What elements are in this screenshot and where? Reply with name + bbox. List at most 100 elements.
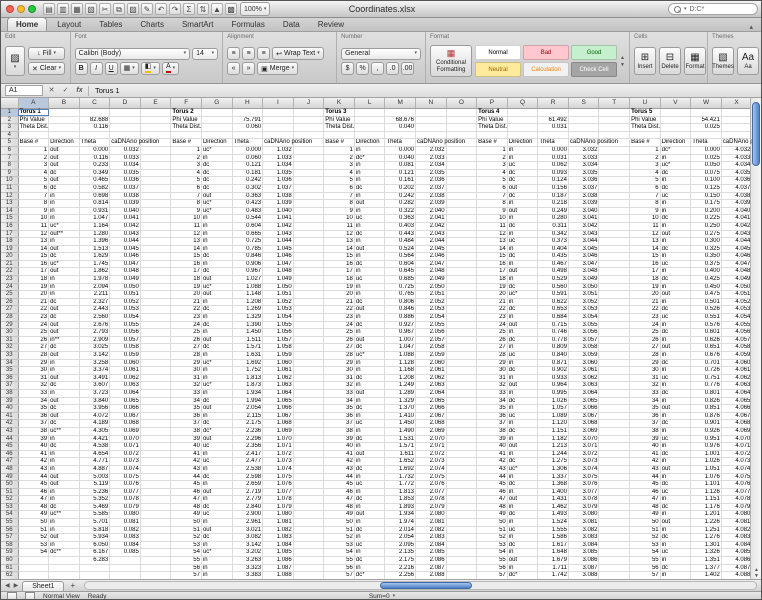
cell-I41[interactable]: 1.067 — [263, 412, 294, 420]
cell-K59[interactable]: 54 — [324, 549, 355, 557]
cell-L56[interactable]: dc — [354, 526, 385, 534]
cell-V1[interactable] — [660, 109, 691, 117]
cell-F50[interactable]: 45 — [171, 481, 202, 489]
row-header-19[interactable]: 19 — [1, 245, 18, 253]
cell-E36[interactable] — [140, 374, 171, 382]
merge-button[interactable]: ▣ Merge ▾ — [257, 62, 298, 75]
cell-K3[interactable]: Theta Dist. — [324, 124, 355, 132]
cell-F17[interactable]: 12 — [171, 230, 202, 238]
cell-K47[interactable]: 42 — [324, 458, 355, 466]
cell-B28[interactable]: dc — [49, 314, 80, 322]
cell-J31[interactable] — [293, 336, 324, 344]
cell-J23[interactable] — [293, 276, 324, 284]
cell-I51[interactable]: 1.077 — [263, 488, 294, 496]
cell-R46[interactable]: 1.244 — [538, 450, 569, 458]
col-header-O[interactable]: O — [446, 98, 477, 109]
cell-A55[interactable]: 50 — [18, 519, 49, 527]
cell-N50[interactable]: 2.076 — [416, 481, 447, 489]
cell-C59[interactable]: 6.167 — [79, 549, 110, 557]
cell-A2[interactable]: Phi Value — [18, 116, 49, 124]
cell-P22[interactable]: 17 — [477, 268, 508, 276]
cell-U21[interactable]: 16 — [630, 260, 661, 268]
cell-S46[interactable]: 3.072 — [568, 450, 599, 458]
cell-L52[interactable]: dc — [354, 496, 385, 504]
cell-V48[interactable]: out — [660, 465, 691, 473]
cell-B13[interactable]: in — [49, 200, 80, 208]
cell-L5[interactable]: Direction — [354, 139, 385, 147]
cell-Q22[interactable]: out — [507, 268, 538, 276]
cell-E55[interactable] — [140, 519, 171, 527]
cell-M19[interactable]: 0.524 — [385, 245, 416, 253]
cell-P18[interactable]: 13 — [477, 238, 508, 246]
cell-S32[interactable]: 3.058 — [568, 344, 599, 352]
cell-G57[interactable]: dc — [201, 534, 232, 542]
cell-Q44[interactable]: in — [507, 435, 538, 443]
cell-Q61[interactable]: in — [507, 564, 538, 572]
cell-L7[interactable]: dc* — [354, 154, 385, 162]
row-header-10[interactable]: 10 — [1, 177, 18, 185]
cell-E46[interactable] — [140, 450, 171, 458]
cell-Q52[interactable]: out — [507, 496, 538, 504]
cell-O47[interactable] — [446, 458, 477, 466]
cell-O34[interactable] — [446, 359, 477, 367]
cell-I44[interactable]: 1.070 — [263, 435, 294, 443]
cell-V46[interactable]: dc — [660, 450, 691, 458]
cell-P2[interactable]: Phi Value — [477, 116, 508, 124]
cell-C53[interactable]: 5.469 — [79, 503, 110, 511]
cell-X31[interactable]: 4.057 — [721, 336, 752, 344]
cell-L19[interactable]: out — [354, 245, 385, 253]
cell-P29[interactable]: 24 — [477, 321, 508, 329]
cell-R62[interactable]: 1.742 — [538, 572, 569, 579]
cell-H60[interactable]: 3.263 — [232, 557, 263, 565]
cell-F41[interactable]: 36 — [171, 412, 202, 420]
cell-A52[interactable]: 47 — [18, 496, 49, 504]
cell-L13[interactable]: out — [354, 200, 385, 208]
cell-C55[interactable]: 5.701 — [79, 519, 110, 527]
cell-T27[interactable] — [599, 306, 630, 314]
add-sheet-button[interactable]: + — [65, 581, 80, 590]
cell-U36[interactable]: 31 — [630, 374, 661, 382]
undo-icon[interactable]: ↶ — [155, 3, 167, 15]
vertical-scrollbar-thumb[interactable] — [752, 102, 760, 166]
cell-J15[interactable] — [293, 215, 324, 223]
cell-F59[interactable]: 54 — [171, 549, 202, 557]
cell-S36[interactable]: 3.062 — [568, 374, 599, 382]
cell-O48[interactable] — [446, 465, 477, 473]
cell-O29[interactable] — [446, 321, 477, 329]
row-header-20[interactable]: 20 — [1, 253, 18, 261]
cell-X34[interactable]: 4.060 — [721, 359, 752, 367]
cell-R50[interactable]: 1.368 — [538, 481, 569, 489]
cell-O59[interactable] — [446, 549, 477, 557]
cell-I35[interactable]: 1.061 — [263, 367, 294, 375]
cell-K19[interactable]: 14 — [324, 245, 355, 253]
cell-I32[interactable]: 1.058 — [263, 344, 294, 352]
cell-T54[interactable] — [599, 511, 630, 519]
cell-W38[interactable]: 0.801 — [691, 389, 722, 397]
cell-U60[interactable]: 55 — [630, 557, 661, 565]
cell-L33[interactable]: uc* — [354, 352, 385, 360]
cell-K53[interactable]: 48 — [324, 503, 355, 511]
cell-Q4[interactable] — [507, 131, 538, 139]
cell-M16[interactable]: 0.403 — [385, 222, 416, 230]
cell-J56[interactable] — [293, 526, 324, 534]
cell-C31[interactable]: 2.909 — [79, 336, 110, 344]
cell-X54[interactable]: 4.080 — [721, 511, 752, 519]
cell-L4[interactable] — [354, 131, 385, 139]
cell-M1[interactable] — [385, 109, 416, 117]
cell-G58[interactable]: in — [201, 541, 232, 549]
cell-F48[interactable]: 43 — [171, 465, 202, 473]
cell-Q6[interactable]: in — [507, 146, 538, 154]
cell-O51[interactable] — [446, 488, 477, 496]
cell-J22[interactable] — [293, 268, 324, 276]
cell-W54[interactable]: 1.201 — [691, 511, 722, 519]
cell-R34[interactable]: 0.871 — [538, 359, 569, 367]
cell-G26[interactable]: in — [201, 298, 232, 306]
cell-R8[interactable]: 0.062 — [538, 162, 569, 170]
cell-J43[interactable] — [293, 427, 324, 435]
cell-A10[interactable]: 5 — [18, 177, 49, 185]
cell-F31[interactable]: 26 — [171, 336, 202, 344]
cell-C33[interactable]: 3.142 — [79, 352, 110, 360]
cell-S43[interactable]: 3.069 — [568, 427, 599, 435]
bold-button[interactable]: B — [75, 62, 88, 75]
cell-I52[interactable]: 1.078 — [263, 496, 294, 504]
